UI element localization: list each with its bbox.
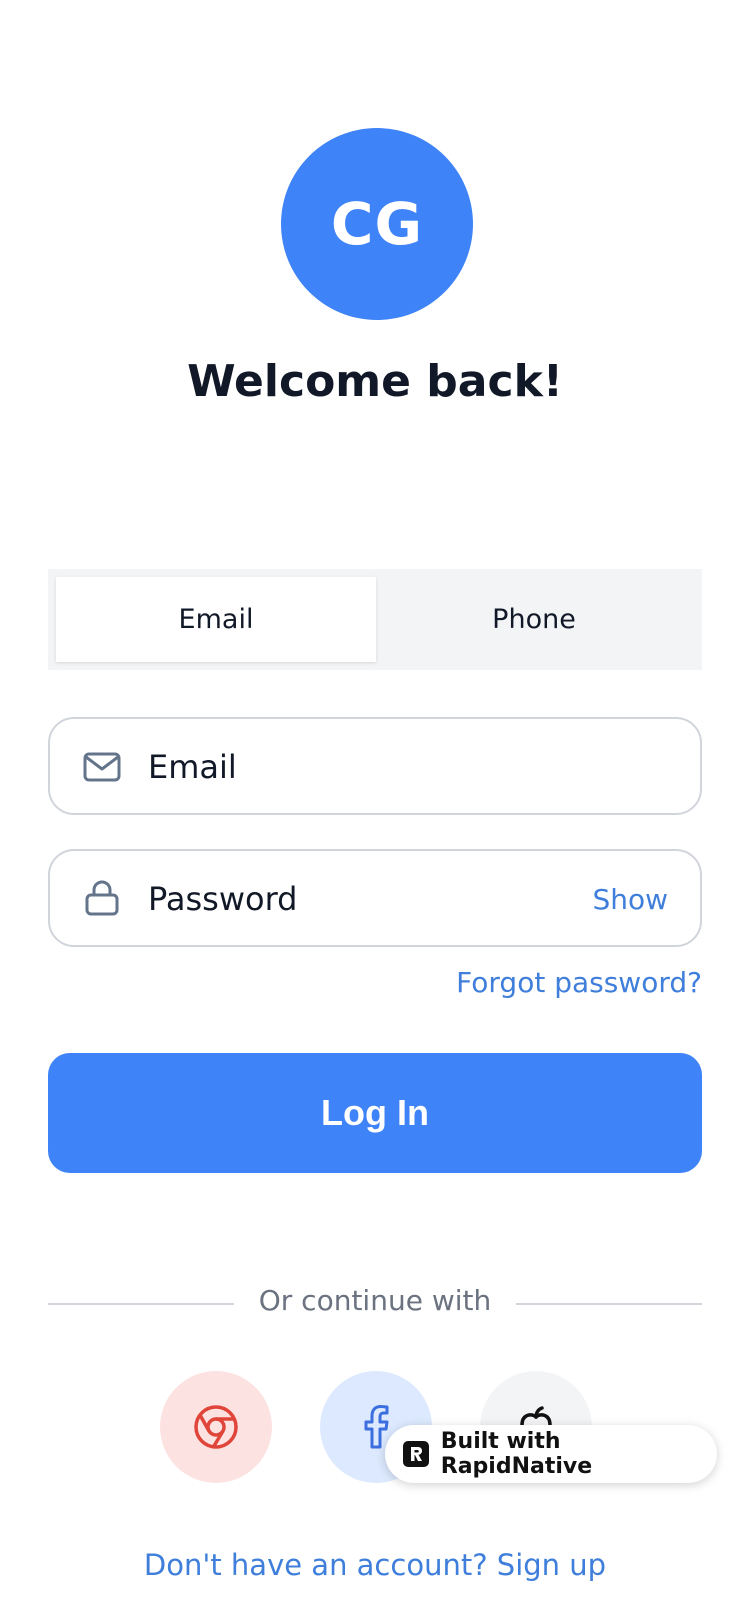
divider-text: Or continue with bbox=[258, 1284, 492, 1317]
tab-phone[interactable]: Phone bbox=[374, 577, 694, 662]
chrome-icon bbox=[194, 1405, 238, 1449]
divider-line-right bbox=[516, 1303, 702, 1305]
password-input[interactable] bbox=[146, 851, 570, 947]
page-title: Welcome back! bbox=[187, 356, 563, 407]
badge-text: Built with RapidNative bbox=[440, 1429, 593, 1479]
avatar: CG bbox=[281, 128, 473, 320]
lock-icon bbox=[85, 880, 119, 916]
built-with-badge[interactable]: Built with RapidNative bbox=[385, 1425, 717, 1483]
avatar-initials: CG bbox=[330, 190, 424, 258]
email-input[interactable] bbox=[146, 719, 570, 815]
google-login-button[interactable] bbox=[160, 1371, 272, 1483]
forgot-password-link[interactable]: Forgot password? bbox=[456, 966, 702, 999]
show-password-button[interactable]: Show bbox=[592, 883, 668, 916]
login-button[interactable]: Log In bbox=[48, 1053, 702, 1173]
mail-icon bbox=[83, 752, 121, 782]
rapidnative-logo-icon bbox=[403, 1441, 429, 1467]
tab-email[interactable]: Email bbox=[56, 577, 376, 662]
signup-link[interactable]: Don't have an account? Sign up bbox=[0, 1548, 750, 1582]
login-method-toggle: Email Phone bbox=[48, 569, 702, 670]
password-field[interactable]: Show bbox=[48, 849, 702, 947]
email-field[interactable] bbox=[48, 717, 702, 815]
